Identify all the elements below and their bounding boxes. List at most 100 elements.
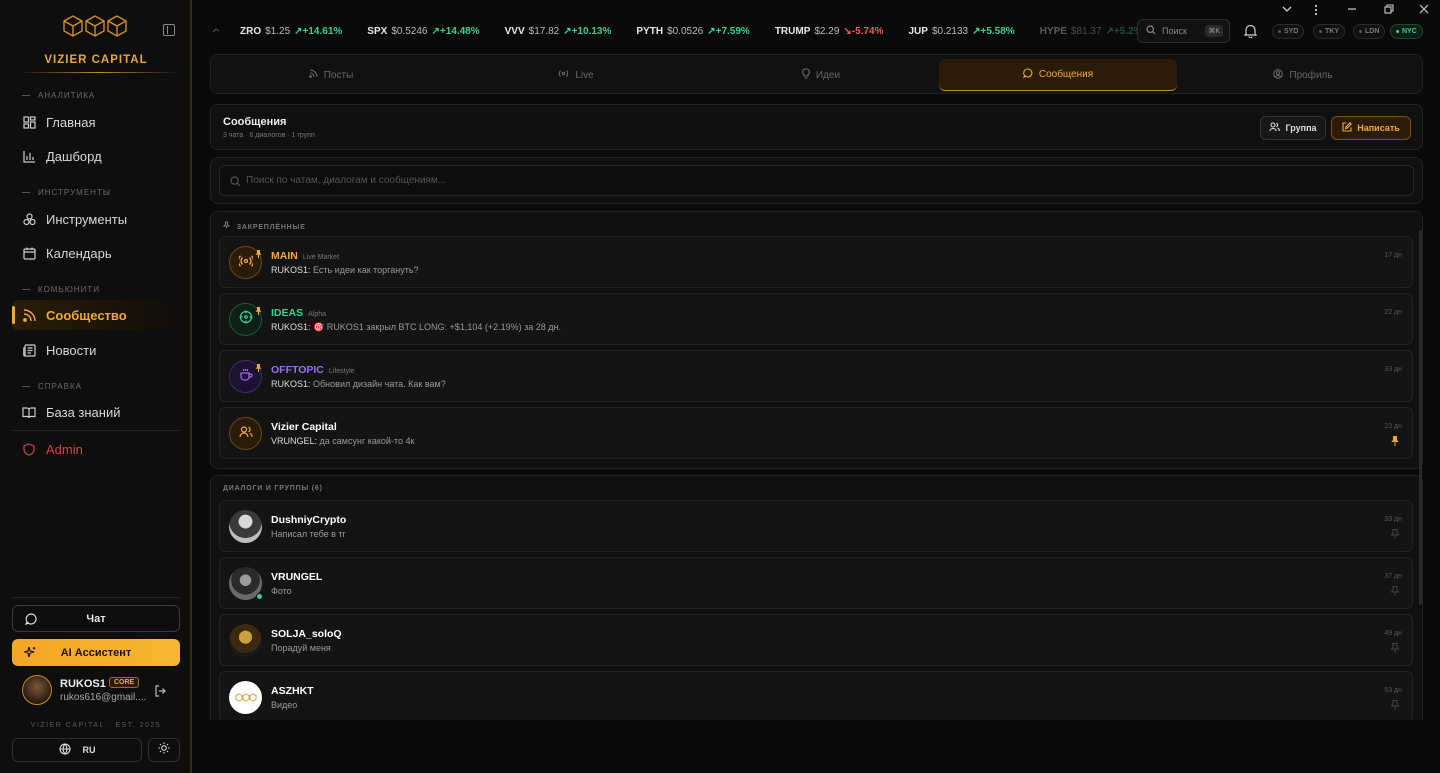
message-author: RUKOS1: xyxy=(271,322,311,332)
market-clock-nyc[interactable]: NYC xyxy=(1390,24,1423,39)
chat-row-vizier-capital[interactable]: Vizier Capital VRUNGEL: да самсунг какой… xyxy=(219,407,1413,459)
chat-name: Vizier Capital xyxy=(271,421,337,433)
rss-icon xyxy=(308,69,318,81)
ticker-price: $0.5246 xyxy=(391,25,428,37)
sidebar-item-admin[interactable]: Admin xyxy=(12,434,180,464)
tab-posts[interactable]: Посты xyxy=(211,59,451,91)
brand-underline xyxy=(18,72,180,73)
ticker-symbol: HYPE xyxy=(1039,25,1067,37)
chat-button[interactable]: Чат xyxy=(12,605,180,632)
page-subtitle: 3 чата · 6 диалогов · 1 групп xyxy=(223,132,315,139)
sidebar-collapse-icon[interactable] xyxy=(163,24,175,36)
ai-assistant-label: AI Ассистент xyxy=(60,646,132,659)
last-message: Видео xyxy=(271,700,298,710)
ticker-item[interactable]: VVV $17.82 ↗ +10.13% xyxy=(505,26,612,37)
avatar xyxy=(229,681,262,714)
brand-logo[interactable]: VIZIER CAPITAL xyxy=(34,14,158,72)
market-clock-syd[interactable]: SYD xyxy=(1272,24,1305,39)
tab-label: Сообщения xyxy=(1038,69,1094,80)
more-vertical-icon[interactable] xyxy=(1314,4,1318,19)
ticker-item[interactable]: TRUMP $2.29 ↘ -5.74% xyxy=(775,26,884,37)
user-email: rukos616@gmail.... xyxy=(60,692,147,703)
sidebar-item-news[interactable]: Новости xyxy=(12,335,180,365)
pin-toggle-icon[interactable] xyxy=(1390,640,1400,658)
compose-button[interactable]: Написать xyxy=(1331,116,1411,140)
restore-icon[interactable] xyxy=(1384,4,1394,17)
chat-title: ASZHKT xyxy=(271,685,314,697)
chat-row-ideas[interactable]: IDEAS Alpha RUKOS1: 🎯 RUKOS1 закрыл BTC L… xyxy=(219,293,1413,345)
new-group-button[interactable]: Группа xyxy=(1260,116,1326,140)
ticker-change: +14.61% xyxy=(302,25,343,37)
market-clock-tky[interactable]: TKY xyxy=(1313,24,1345,39)
chat-row-offtopic[interactable]: OFFTOPIC Lifestyle RUKOS1: Обновил дизайн… xyxy=(219,350,1413,402)
search-icon xyxy=(230,176,241,190)
tab-messages[interactable]: Сообщения xyxy=(939,59,1177,91)
language-button[interactable]: RU xyxy=(12,738,142,762)
last-message: RUKOS1: Есть идеи как торгануть? xyxy=(271,265,419,275)
message-text: Есть идеи как торгануть? xyxy=(313,265,419,275)
tab-live[interactable]: Live xyxy=(456,59,696,91)
sidebar-item-community[interactable]: Сообщество xyxy=(12,300,180,330)
dialog-row-dushniycrypto[interactable]: DushniyCrypto Написал тебе в тг 33 дн xyxy=(219,500,1413,552)
shortcut-badge: ⌘K xyxy=(1205,25,1223,37)
logout-icon[interactable] xyxy=(154,684,166,702)
sidebar-item-dashboard[interactable]: Дашборд xyxy=(12,141,180,171)
sidebar-item-label: Сообщество xyxy=(46,307,127,323)
sun-icon xyxy=(158,741,170,759)
sidebar-item-tools[interactable]: Инструменты xyxy=(12,204,180,234)
chat-row-main[interactable]: MAIN Live Market RUKOS1: Есть идеи как то… xyxy=(219,236,1413,288)
language-label: RU xyxy=(82,745,96,755)
pin-toggle-icon[interactable] xyxy=(1390,583,1400,601)
user-card[interactable]: RUKOS1 CORE rukos616@gmail.... xyxy=(12,670,180,714)
tab-ideas[interactable]: Идеи xyxy=(701,59,941,91)
ticker-item[interactable]: JUP $0.2133 ↗ +5.58% xyxy=(908,26,1014,37)
dialog-row-vrungel[interactable]: VRUNGEL Фото 37 дн xyxy=(219,557,1413,609)
message-time: 37 дн xyxy=(1384,573,1402,580)
broadcast-icon xyxy=(237,254,254,272)
last-message: Написал тебе в тг xyxy=(271,529,346,539)
message-text: да самсунг какой-то 4к xyxy=(319,436,415,446)
tab-profile[interactable]: Профиль xyxy=(1183,59,1423,91)
ticker-symbol: JUP xyxy=(908,25,928,37)
theme-toggle-button[interactable] xyxy=(148,738,180,762)
ticker-change: +10.13% xyxy=(571,25,612,37)
search-panel: Поиск по чатам, диалогам и сообщениям... xyxy=(210,157,1423,204)
bar-chart-icon xyxy=(22,149,36,163)
dialog-row-aszhkt[interactable]: ASZHKT Видео 53 дн xyxy=(219,671,1413,720)
pin-toggle-icon[interactable] xyxy=(1390,526,1400,544)
minimize-icon[interactable] xyxy=(1347,4,1357,17)
brand-name: VIZIER CAPITAL xyxy=(44,54,148,66)
sidebar-item-label: Календарь xyxy=(46,245,112,261)
chat-name: IDEAS Alpha xyxy=(271,307,326,319)
chat-search-input[interactable]: Поиск по чатам, диалогам и сообщениям... xyxy=(219,165,1414,196)
ticker-item[interactable]: HYPE $81.37 ↗ +5.2% xyxy=(1040,26,1143,37)
chevron-down-icon[interactable] xyxy=(1282,4,1292,17)
tab-label: Посты xyxy=(323,69,354,81)
sidebar-item-calendar[interactable]: Календарь xyxy=(12,238,180,268)
ticker-price: $81.37 xyxy=(1070,25,1102,37)
lightbulb-icon xyxy=(801,68,810,82)
global-search-input[interactable]: Поиск ⌘K xyxy=(1137,19,1230,43)
sidebar-item-knowledge-base[interactable]: База знаний xyxy=(12,397,180,427)
cubes-logo-icon xyxy=(235,689,257,707)
coffee-icon xyxy=(239,368,253,386)
dialog-row-solja-soloq[interactable]: SOLJA_soloQ Порадуй меня 49 дн xyxy=(219,614,1413,666)
chat-name: OFFTOPIC Lifestyle xyxy=(271,364,355,376)
ticker-item[interactable]: PYTH $0.0526 ↗ +7.59% xyxy=(636,26,749,37)
close-icon[interactable] xyxy=(1419,4,1429,17)
pin-toggle-icon[interactable] xyxy=(1390,697,1400,715)
pin-toggle-icon[interactable] xyxy=(1391,433,1399,451)
ticker-item[interactable]: ZRO $1.25 ↗ +14.61% xyxy=(240,26,342,37)
market-clock-ldn[interactable]: LDN xyxy=(1353,24,1386,39)
chat-tag: Alpha xyxy=(308,311,326,318)
scrollbar[interactable] xyxy=(1419,230,1422,605)
bell-icon[interactable] xyxy=(1243,24,1258,43)
calendar-icon xyxy=(22,246,36,260)
sidebar-item-main[interactable]: Главная xyxy=(12,107,180,137)
ai-assistant-button[interactable]: AI Ассистент xyxy=(12,639,180,666)
ticker-item[interactable]: SPX $0.5246 ↗ +14.48% xyxy=(367,26,479,37)
tab-label: Live xyxy=(575,69,594,81)
message-time: 53 дн xyxy=(1384,687,1402,694)
chat-title: IDEAS xyxy=(271,307,304,319)
sidebar-divider-bottom xyxy=(12,597,180,598)
